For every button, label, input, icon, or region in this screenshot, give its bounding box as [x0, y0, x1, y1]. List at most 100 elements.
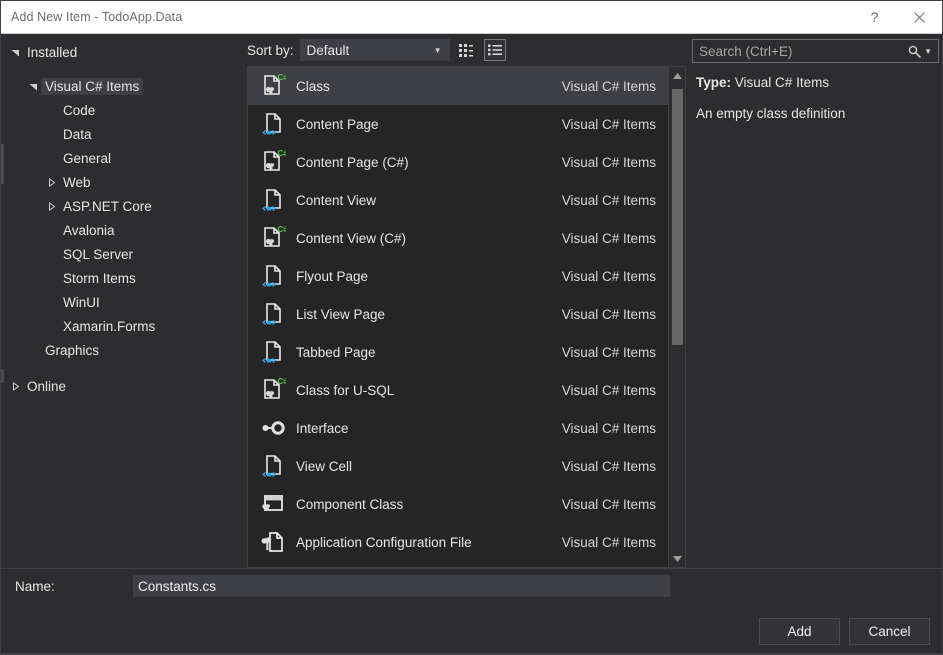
details-type-row: Type: Visual C# Items	[696, 72, 939, 94]
sort-by-value: Default	[306, 42, 350, 58]
tree-item-online[interactable]: Online	[1, 374, 240, 398]
tiles-view-button[interactable]	[456, 39, 478, 61]
search-adornments[interactable]: ▼	[908, 45, 932, 58]
close-button[interactable]	[897, 1, 942, 33]
tree-item-label: SQL Server	[63, 246, 134, 262]
tree-item-web[interactable]: Web	[1, 170, 240, 194]
details-description: An empty class definition	[696, 106, 846, 122]
chevron-down-icon: ▼	[433, 45, 442, 55]
tree-item-code[interactable]: Code	[1, 98, 240, 122]
tree-item-label: Data	[63, 126, 92, 142]
list-view-icon	[487, 44, 502, 56]
component-class-icon	[262, 495, 283, 511]
template-row[interactable]: C# Content View (C#) Visual C# Items	[248, 219, 668, 257]
tree-twisty[interactable]	[25, 82, 41, 91]
list-view-button[interactable]	[483, 39, 506, 61]
template-category: Visual C# Items	[561, 496, 656, 512]
tree-item-data[interactable]: Data	[1, 122, 240, 146]
tree-item-label: Online	[27, 378, 67, 394]
template-name: List View Page	[296, 306, 386, 322]
csharp-class-icon: C#	[256, 146, 290, 178]
template-row[interactable]: C# Class for U-SQL Visual C# Items	[248, 371, 668, 409]
tree-item-sql-server[interactable]: SQL Server	[1, 242, 240, 266]
help-button[interactable]: ?	[852, 1, 897, 33]
template-row[interactable]: Tabbed Page Visual C# Items	[248, 333, 668, 371]
template-category: Visual C# Items	[561, 230, 656, 246]
template-name: Component Class	[296, 496, 404, 512]
tree-item-label: Avalonia	[63, 222, 115, 238]
tree-item-winui[interactable]: WinUI	[1, 290, 240, 314]
tree-node-list: Installed Visual C# Items Code Data General W…	[1, 40, 240, 398]
manifest-file-icon	[256, 564, 290, 567]
tree-item-visual-c-items[interactable]: Visual C# Items	[1, 74, 240, 98]
search-box[interactable]: ▼	[692, 39, 939, 63]
svg-text:C#: C#	[278, 377, 287, 386]
tree-item-installed[interactable]: Installed	[1, 40, 240, 64]
chevron-down-icon	[11, 49, 19, 56]
template-name: Interface	[296, 420, 349, 436]
xaml-page-icon	[256, 184, 290, 216]
templates-list-container: C# Class Visual C# Items Content Page Visu…	[247, 66, 686, 568]
tree-item-label: Installed	[27, 44, 78, 60]
search-input[interactable]	[699, 43, 909, 59]
template-category: Visual C# Items	[561, 78, 656, 94]
template-name: Class	[296, 78, 330, 94]
tree-item-label: General	[63, 150, 112, 166]
chevron-down-icon: ▼	[924, 46, 932, 56]
cancel-button[interactable]: Cancel	[849, 618, 930, 645]
tree-twisty[interactable]	[43, 201, 59, 211]
close-icon	[914, 11, 925, 23]
template-row[interactable]: List View Page Visual C# Items	[248, 295, 668, 333]
template-row[interactable]: View Cell Visual C# Items	[248, 447, 668, 485]
tree-scrollbar[interactable]	[1, 34, 4, 568]
window-title: Add New Item - TodoApp.Data	[11, 10, 183, 24]
tree-item-label: WinUI	[63, 294, 100, 310]
triangle-up-icon	[672, 72, 682, 79]
tree-item-avalonia[interactable]: Avalonia	[1, 218, 240, 242]
template-category: Visual C# Items	[561, 268, 656, 284]
tree-twisty[interactable]	[7, 48, 23, 57]
template-category: Visual C# Items	[561, 420, 656, 436]
template-category: Visual C# Items	[561, 382, 656, 398]
template-name: Content View (C#)	[296, 230, 407, 246]
name-input[interactable]	[133, 575, 670, 597]
template-row[interactable]: Interface Visual C# Items	[248, 409, 668, 447]
tree-twisty[interactable]	[43, 177, 59, 187]
template-row[interactable]: Application Configuration File Visual C# …	[248, 523, 668, 561]
triangle-down-icon	[672, 555, 682, 562]
templates-scrollbar[interactable]	[668, 67, 685, 567]
template-row[interactable]: C# Class Visual C# Items	[248, 67, 668, 105]
scrollbar-thumb[interactable]	[671, 88, 683, 345]
templates-list[interactable]: C# Class Visual C# Items Content Page Visu…	[248, 67, 668, 567]
add-button[interactable]: Add	[759, 618, 840, 645]
tree-item-storm-items[interactable]: Storm Items	[1, 266, 240, 290]
tree-item-graphics[interactable]: Graphics	[1, 338, 240, 362]
tree-item-label: Xamarin.Forms	[63, 318, 156, 334]
tree-twisty[interactable]	[7, 381, 23, 391]
scroll-down-button[interactable]	[669, 550, 686, 567]
tree-item-xamarin-forms[interactable]: Xamarin.Forms	[1, 314, 240, 338]
scrollbar-track[interactable]	[669, 84, 686, 550]
chevron-down-icon	[29, 83, 37, 90]
tree-item-label: Visual C# Items	[41, 77, 144, 95]
sort-by-dropdown[interactable]: Default ▼	[299, 39, 450, 61]
csharp-class-icon: C#	[264, 377, 287, 399]
tree-item-asp-net-core[interactable]: ASP.NET Core	[1, 194, 240, 218]
scroll-up-button[interactable]	[669, 67, 686, 84]
tree-item-general[interactable]: General	[1, 146, 240, 170]
template-row[interactable]: Content Page Visual C# Items	[248, 105, 668, 143]
template-name: Content Page (C#)	[296, 154, 409, 170]
template-row[interactable]: Application Manifest File (WindowsVisual…	[248, 561, 668, 567]
template-row[interactable]: Content View Visual C# Items	[248, 181, 668, 219]
template-row[interactable]: Component Class Visual C# Items	[248, 485, 668, 523]
template-row[interactable]: C# Content Page (C#) Visual C# Items	[248, 143, 668, 181]
tree-item-label: Code	[63, 102, 96, 118]
dialog-body: Installed Visual C# Items Code Data General W…	[1, 34, 942, 568]
template-name: Tabbed Page	[296, 344, 376, 360]
template-row[interactable]: Flyout Page Visual C# Items	[248, 257, 668, 295]
template-category: Visual C# Items	[561, 116, 656, 132]
svg-text:C#: C#	[278, 73, 287, 82]
template-name: Content View	[296, 192, 377, 208]
xaml-page-icon	[262, 113, 281, 136]
svg-text:C#: C#	[278, 225, 287, 234]
